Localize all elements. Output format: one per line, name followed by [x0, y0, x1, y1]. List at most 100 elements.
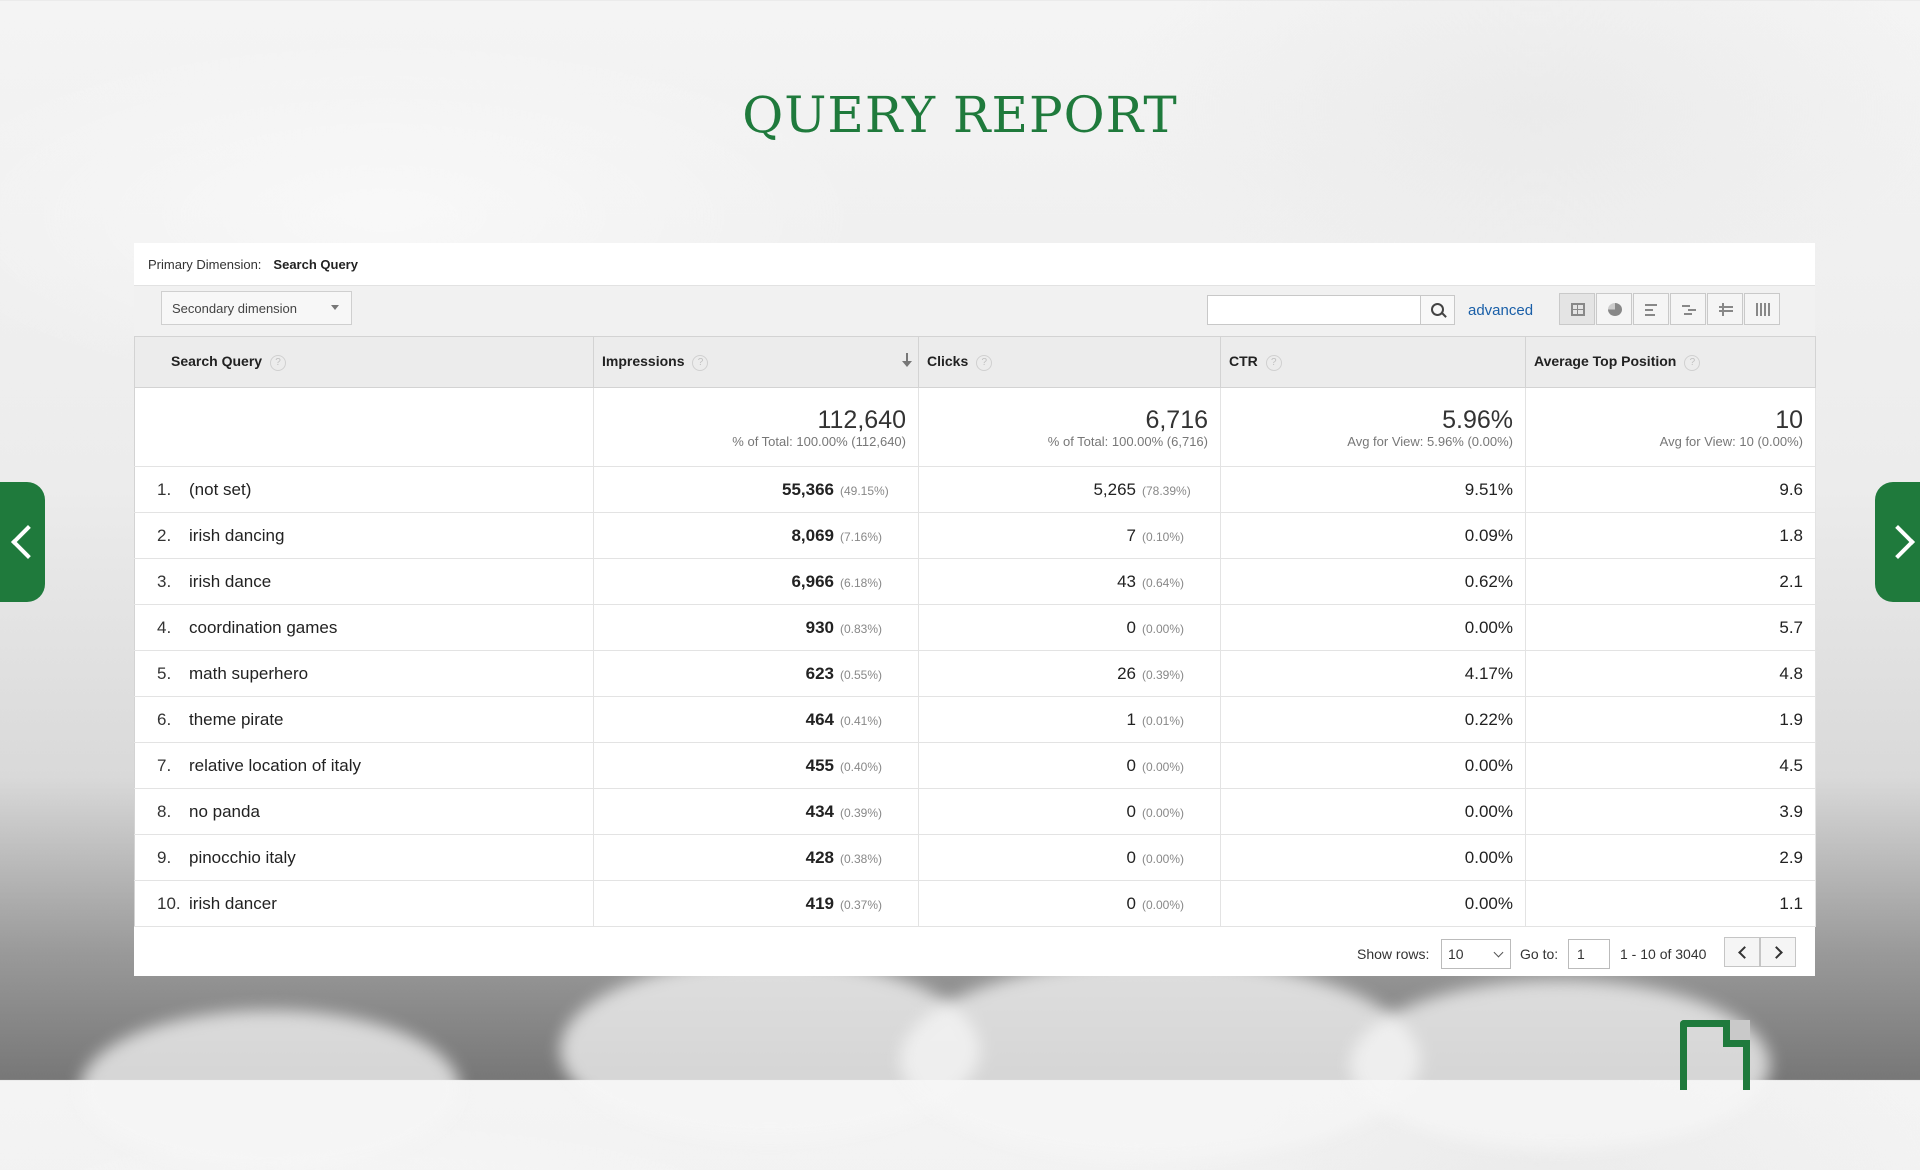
ctr-cell: 4.17%	[1220, 650, 1526, 697]
pie-view-button[interactable]	[1596, 293, 1632, 325]
secondary-dimension-dropdown[interactable]: Secondary dimension	[161, 291, 352, 325]
chevron-left-icon	[1738, 946, 1751, 959]
next-slide-button[interactable]	[1875, 482, 1920, 602]
table-view-button[interactable]	[1559, 293, 1595, 325]
performance-view-button[interactable]	[1633, 293, 1669, 325]
totals-label-cell	[134, 387, 594, 467]
search-query-link[interactable]: irish dance	[189, 572, 271, 591]
search-query-cell[interactable]: 10. irish dancer	[134, 880, 594, 927]
page-title: QUERY REPORT	[742, 86, 1178, 144]
primary-dimension-value[interactable]: Search Query	[273, 257, 358, 272]
table-row[interactable]: 5. math superhero 623 (0.55%) 26 (0.39%) 4.17%…	[134, 650, 1816, 697]
search-query-cell[interactable]: 3. irish dance	[134, 558, 594, 605]
performance-view-icon	[1645, 303, 1659, 316]
help-icon[interactable]: ?	[976, 354, 993, 371]
ctr-cell: 9.51%	[1220, 466, 1526, 513]
search-query-cell[interactable]: 6. theme pirate	[134, 696, 594, 743]
advanced-filter-link[interactable]: advanced	[1468, 302, 1533, 319]
table-view-icon	[1571, 303, 1585, 316]
search-query-link[interactable]: relative location of italy	[189, 756, 361, 775]
ctr-cell: 0.62%	[1220, 558, 1526, 605]
column-header-impressions[interactable]: Impressions?	[593, 336, 919, 388]
search-query-link[interactable]: theme pirate	[189, 710, 284, 729]
impressions-cell: 455 (0.40%)	[593, 742, 919, 789]
search-query-cell[interactable]: 9. pinocchio italy	[134, 834, 594, 881]
clicks-cell: 1 (0.01%)	[918, 696, 1221, 743]
search-query-cell[interactable]: 1. (not set)	[134, 466, 594, 513]
ctr-cell: 0.00%	[1220, 788, 1526, 835]
next-page-button[interactable]	[1760, 937, 1796, 967]
column-header-clicks[interactable]: Clicks?	[918, 336, 1221, 388]
help-icon[interactable]: ?	[1684, 354, 1701, 371]
search-query-cell[interactable]: 5. math superhero	[134, 650, 594, 697]
search-query-link[interactable]: irish dancing	[189, 526, 284, 545]
term-cloud-view-button[interactable]	[1707, 293, 1743, 325]
table-row[interactable]: 9. pinocchio italy 428 (0.38%) 0 (0.00%) 0.00%…	[134, 834, 1816, 881]
pivot-view-button[interactable]	[1744, 293, 1780, 325]
show-rows-select[interactable]: 10	[1441, 939, 1511, 969]
table-row[interactable]: 6. theme pirate 464 (0.41%) 1 (0.01%) 0.22% 1.9	[134, 696, 1816, 743]
goto-label: Go to:	[1520, 946, 1559, 962]
search-query-link[interactable]: pinocchio italy	[189, 848, 296, 867]
search-query-cell[interactable]: 4. coordination games	[134, 604, 594, 651]
table-row[interactable]: 10. irish dancer 419 (0.37%) 0 (0.00%) 0.00% 1.…	[134, 880, 1816, 927]
ctr-cell: 0.00%	[1220, 834, 1526, 881]
previous-page-button[interactable]	[1724, 937, 1760, 967]
table-search-input[interactable]	[1207, 295, 1421, 325]
help-icon[interactable]: ?	[692, 354, 709, 371]
clicks-cell: 7 (0.10%)	[918, 512, 1221, 559]
row-index: 6.	[157, 709, 172, 729]
search-query-link[interactable]: (not set)	[189, 480, 251, 499]
search-query-cell[interactable]: 8. no panda	[134, 788, 594, 835]
goto-page-input[interactable]: 1	[1568, 939, 1610, 969]
impressions-cell: 55,366 (49.15%)	[593, 466, 919, 513]
sort-descending-icon	[900, 353, 914, 371]
primary-dimension-label: Primary Dimension:	[148, 256, 262, 272]
average-position-cell: 1.8	[1525, 512, 1816, 559]
previous-slide-button[interactable]	[0, 482, 45, 602]
table-row[interactable]: 8. no panda 434 (0.39%) 0 (0.00%) 0.00% 3.9	[134, 788, 1816, 835]
clicks-cell: 26 (0.39%)	[918, 650, 1221, 697]
column-header-average-top-position[interactable]: Average Top Position?	[1525, 336, 1816, 388]
totals-clicks: 6,716% of Total: 100.00% (6,716)	[918, 387, 1221, 467]
search-query-cell[interactable]: 2. irish dancing	[134, 512, 594, 559]
search-button[interactable]	[1421, 295, 1455, 325]
clicks-cell: 0 (0.00%)	[918, 742, 1221, 789]
clicks-cell: 0 (0.00%)	[918, 788, 1221, 835]
row-index: 5.	[157, 663, 172, 683]
primary-dimension-bar: Primary Dimension: Search Query	[134, 243, 1815, 286]
query-table: Search Query? Impressions? Clicks? CTR? …	[134, 336, 1816, 927]
show-rows-value: 10	[1448, 946, 1464, 962]
term-cloud-view-icon	[1719, 303, 1733, 316]
pagination-bar: Show rows: 10 Go to: 1 1 - 10 of 3040	[134, 930, 1815, 976]
ctr-cell: 0.00%	[1220, 742, 1526, 789]
help-icon[interactable]: ?	[270, 354, 287, 371]
column-header-ctr[interactable]: CTR?	[1220, 336, 1526, 388]
row-index: 8.	[157, 801, 172, 821]
average-position-cell: 9.6	[1525, 466, 1816, 513]
row-index: 4.	[157, 617, 172, 637]
average-position-cell: 2.1	[1525, 558, 1816, 605]
table-row[interactable]: 4. coordination games 930 (0.83%) 0 (0.00%) 0.…	[134, 604, 1816, 651]
average-position-cell: 2.9	[1525, 834, 1816, 881]
search-query-cell[interactable]: 7. relative location of italy	[134, 742, 594, 789]
search-query-link[interactable]: irish dancer	[189, 894, 277, 913]
help-icon[interactable]: ?	[1265, 354, 1282, 371]
column-header-search-query[interactable]: Search Query?	[134, 336, 594, 388]
table-header-row: Search Query? Impressions? Clicks? CTR? …	[134, 336, 1816, 388]
impressions-cell: 434 (0.39%)	[593, 788, 919, 835]
search-query-link[interactable]: math superhero	[189, 664, 308, 683]
comparison-view-button[interactable]	[1670, 293, 1706, 325]
clicks-cell: 5,265 (78.39%)	[918, 466, 1221, 513]
search-query-link[interactable]: coordination games	[189, 618, 337, 637]
table-row[interactable]: 2. irish dancing 8,069 (7.16%) 7 (0.10%) 0.09%…	[134, 512, 1816, 559]
pie-view-icon	[1608, 303, 1622, 316]
average-position-cell: 5.7	[1525, 604, 1816, 651]
table-row[interactable]: 1. (not set) 55,366 (49.15%) 5,265 (78.39%) 9.…	[134, 466, 1816, 513]
table-row[interactable]: 3. irish dance 6,966 (6.18%) 43 (0.64%) 0.62% 2…	[134, 558, 1816, 605]
table-row[interactable]: 7. relative location of italy 455 (0.40%) 0(…	[134, 742, 1816, 789]
show-rows-label: Show rows:	[1357, 946, 1430, 962]
clicks-cell: 43 (0.64%)	[918, 558, 1221, 605]
impressions-cell: 623 (0.55%)	[593, 650, 919, 697]
search-query-link[interactable]: no panda	[189, 802, 260, 821]
